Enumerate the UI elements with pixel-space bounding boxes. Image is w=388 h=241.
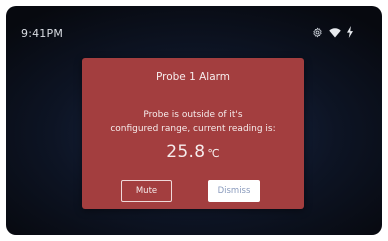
dialog-title: Probe 1 Alarm: [155, 71, 231, 83]
gear-icon[interactable]: [312, 27, 323, 38]
screen: 9:41PM Probe 1 Alarm Probe is outside of…: [6, 6, 382, 235]
dismiss-button[interactable]: Dismiss: [208, 180, 260, 202]
reading-value: 25.8: [166, 142, 206, 162]
clock-time: 9:41PM: [21, 27, 64, 40]
alarm-dialog: Probe 1 Alarm Probe is outside of it's c…: [82, 58, 304, 209]
status-bar: 9:41PM: [6, 6, 382, 50]
message-line-2: configured range, current reading is:: [110, 124, 276, 134]
message-line-1: Probe is outside of it's: [143, 110, 243, 120]
wifi-icon: [329, 27, 341, 37]
mute-button[interactable]: Mute: [121, 180, 172, 202]
device-frame: 9:41PM Probe 1 Alarm Probe is outside of…: [0, 0, 388, 241]
current-reading: 25.8 ℃: [82, 142, 304, 162]
reading-unit: ℃: [207, 147, 220, 160]
status-icons: [312, 24, 354, 40]
power-bolt-icon: [347, 26, 353, 38]
dialog-message: Probe is outside of it's configured rang…: [82, 108, 304, 136]
